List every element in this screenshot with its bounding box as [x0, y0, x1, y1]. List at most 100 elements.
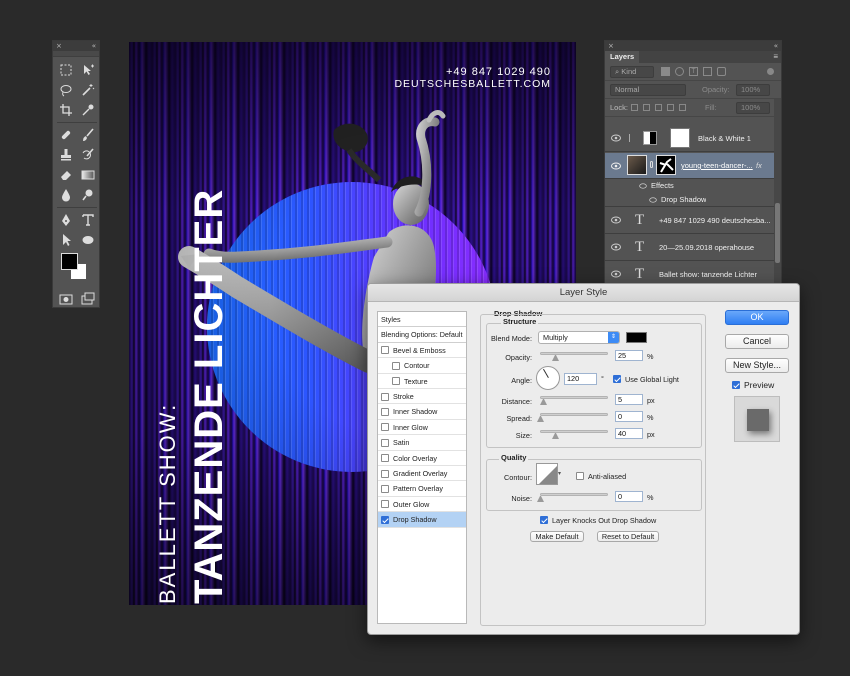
distance-field[interactable]: 5 — [615, 394, 643, 405]
lasso-icon[interactable] — [56, 80, 76, 100]
brush-icon[interactable] — [78, 125, 98, 145]
visibility-eye-icon[interactable] — [611, 216, 621, 224]
opacity-field[interactable]: 100% — [736, 84, 770, 96]
visibility-eye-icon[interactable] — [649, 197, 657, 203]
visibility-eye-icon[interactable] — [611, 162, 621, 170]
layer-effects-row[interactable]: Effects — [605, 179, 775, 193]
style-checkbox[interactable] — [381, 500, 389, 509]
distance-slider[interactable] — [540, 396, 608, 399]
layers-scrollbar[interactable] — [774, 99, 781, 293]
opacity-field[interactable]: 25 — [615, 350, 643, 361]
style-checkbox[interactable] — [381, 515, 389, 524]
filter-shape-icon[interactable] — [703, 67, 712, 76]
layer-name[interactable]: +49 847 1029 490 deutschesba... — [659, 216, 771, 226]
collapse-icon[interactable]: « — [92, 41, 96, 51]
panel-menu-icon[interactable]: ≡ — [773, 51, 778, 63]
fx-badge[interactable]: fx — [756, 161, 762, 171]
dodge-icon[interactable] — [78, 185, 98, 205]
size-field[interactable]: 40 — [615, 428, 643, 439]
style-item[interactable]: Stroke — [378, 389, 466, 405]
history-brush-icon[interactable] — [78, 145, 98, 165]
distance-slider-thumb[interactable] — [540, 399, 547, 405]
scrollbar-thumb[interactable] — [775, 203, 780, 263]
shape-icon[interactable] — [78, 230, 98, 250]
style-item[interactable]: Outer Glow — [378, 497, 466, 513]
link-icon[interactable] — [650, 161, 653, 168]
move-icon[interactable] — [78, 60, 98, 80]
lock-transparency-icon[interactable] — [631, 104, 638, 111]
noise-field[interactable]: 0 — [615, 491, 643, 502]
layer-name[interactable]: Black & White 1 — [698, 134, 751, 144]
marquee-icon[interactable] — [56, 60, 76, 80]
magic-wand-icon[interactable] — [78, 80, 98, 100]
cancel-button[interactable]: Cancel — [725, 334, 789, 349]
size-slider[interactable] — [540, 430, 608, 433]
style-checkbox[interactable] — [381, 392, 389, 401]
stamp-icon[interactable] — [56, 145, 76, 165]
anti-aliased-checkbox[interactable] — [576, 472, 584, 480]
spread-slider[interactable] — [540, 413, 608, 416]
style-item[interactable]: Contour — [378, 358, 466, 374]
style-checkbox[interactable] — [381, 454, 389, 463]
close-icon[interactable]: × — [608, 42, 614, 50]
style-checkbox[interactable] — [381, 469, 389, 478]
style-item[interactable]: Color Overlay — [378, 451, 466, 466]
blend-mode-select[interactable]: Multiply ⇕ — [538, 331, 620, 344]
filter-smart-icon[interactable] — [717, 67, 726, 76]
layer-name[interactable]: young-teen-dancer-... — [681, 161, 755, 171]
panel-grip[interactable] — [53, 51, 99, 57]
quick-mask-icon[interactable] — [56, 289, 76, 309]
eyedropper-icon[interactable] — [78, 100, 98, 120]
filter-pixel-icon[interactable] — [661, 67, 670, 76]
lock-artboard-icon[interactable] — [667, 104, 674, 111]
spread-field[interactable]: 0 — [615, 411, 643, 422]
layer-mask-thumb[interactable] — [656, 155, 676, 175]
type-icon[interactable] — [78, 210, 98, 230]
style-item[interactable]: Inner Glow — [378, 420, 466, 436]
use-global-light-checkbox[interactable] — [613, 375, 621, 383]
noise-slider[interactable] — [540, 493, 608, 496]
style-item[interactable]: Bevel & Emboss — [378, 343, 466, 359]
blend-mode-select[interactable]: Normal — [610, 84, 686, 96]
layer-drop-shadow-row[interactable]: Drop Shadow — [605, 193, 775, 207]
layer-row-dancer[interactable]: young-teen-dancer-... fx — [605, 153, 775, 179]
close-icon[interactable]: × — [56, 41, 62, 51]
style-checkbox[interactable] — [392, 377, 400, 386]
style-item[interactable]: Gradient Overlay — [378, 466, 466, 482]
style-item[interactable]: Texture — [378, 374, 466, 389]
size-slider-thumb[interactable] — [552, 433, 559, 439]
filter-type-icon[interactable]: T — [689, 67, 698, 76]
spread-slider-thumb[interactable] — [537, 416, 544, 422]
opacity-slider-thumb[interactable] — [552, 355, 559, 361]
gradient-icon[interactable] — [78, 165, 98, 185]
visibility-eye-icon[interactable] — [639, 183, 647, 189]
style-item[interactable]: Pattern Overlay — [378, 481, 466, 497]
crop-icon[interactable] — [56, 100, 76, 120]
new-style-button[interactable]: New Style... — [725, 358, 789, 373]
contour-picker[interactable] — [536, 463, 558, 485]
screen-mode-icon[interactable] — [78, 289, 98, 309]
lock-position-icon[interactable] — [655, 104, 662, 111]
style-checkbox[interactable] — [381, 346, 389, 355]
make-default-button[interactable]: Make Default — [530, 531, 584, 542]
layer-row-black-white[interactable]: Black & White 1 — [605, 125, 775, 152]
reset-to-default-button[interactable]: Reset to Default — [597, 531, 659, 542]
visibility-eye-icon[interactable] — [611, 243, 621, 251]
foreground-color-swatch[interactable] — [61, 253, 78, 270]
style-checkbox[interactable] — [381, 407, 389, 416]
blur-icon[interactable] — [56, 185, 76, 205]
chevron-down-icon[interactable]: ▾ — [558, 463, 564, 485]
blending-options-item[interactable]: Blending Options: Default — [378, 327, 466, 343]
visibility-eye-icon[interactable] — [611, 134, 621, 142]
filter-toggle-icon[interactable] — [767, 68, 774, 75]
lock-all-icon[interactable] — [679, 104, 686, 111]
style-checkbox[interactable] — [381, 423, 389, 432]
style-checkbox[interactable] — [381, 438, 389, 447]
layer-name[interactable]: Ballet show: tanzende Lichter — [659, 270, 757, 280]
shadow-color-swatch[interactable] — [626, 332, 647, 343]
style-checkbox[interactable] — [381, 484, 389, 493]
styles-header[interactable]: Styles — [378, 312, 466, 328]
angle-field[interactable]: 120 — [564, 373, 597, 385]
eraser-icon[interactable] — [56, 165, 76, 185]
ok-button[interactable]: OK — [725, 310, 789, 325]
